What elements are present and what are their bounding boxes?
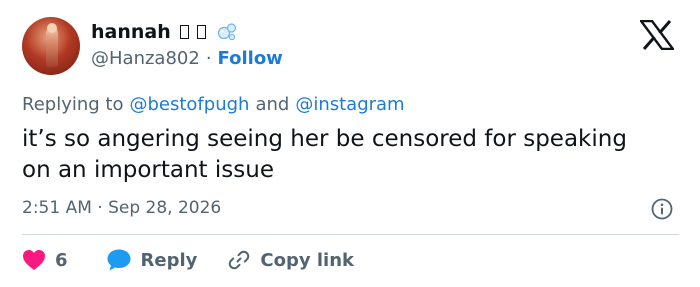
mention-instagram[interactable]: @instagram	[295, 94, 404, 115]
avatar[interactable]	[22, 17, 80, 75]
speech-bubble-icon	[107, 249, 131, 271]
reply-label: Reply	[140, 249, 198, 271]
x-logo-icon[interactable]	[640, 20, 674, 50]
info-icon[interactable]	[651, 198, 673, 220]
replying-prefix: Replying to	[22, 94, 124, 115]
user-handle[interactable]: @Hanza802	[91, 48, 200, 69]
author-name-row: hannah	[91, 20, 238, 44]
follow-button[interactable]: Follow	[218, 48, 283, 69]
divider	[22, 234, 679, 235]
copy-link-label: Copy link	[260, 249, 354, 271]
missing-glyph-box	[196, 25, 206, 39]
copy-link-button[interactable]: Copy link	[227, 248, 354, 272]
avatar-head	[47, 23, 57, 33]
action-bar: 6 Reply Copy link	[22, 246, 354, 274]
reply-context: Replying to @bestofpugh and @instagram	[22, 94, 405, 115]
tweet-timestamp[interactable]: 2:51 AM · Sep 28, 2026	[22, 198, 221, 218]
like-count: 6	[55, 249, 68, 271]
reply-button[interactable]: Reply	[106, 248, 198, 272]
bubbles-icon	[216, 22, 238, 42]
missing-glyph-box	[179, 25, 189, 39]
like-button[interactable]: 6	[22, 249, 68, 271]
tweet-text: it’s so angering seeing her be censored …	[22, 126, 627, 183]
replying-conjunction: and	[255, 94, 290, 115]
mention-bestofpugh[interactable]: @bestofpugh	[129, 94, 249, 115]
link-icon	[229, 250, 250, 270]
separator-dot: ·	[205, 48, 212, 69]
avatar-figure	[46, 27, 58, 67]
author-handle-row: @Hanza802 · Follow	[91, 48, 283, 69]
heart-icon	[23, 250, 45, 270]
display-name[interactable]: hannah	[91, 21, 171, 43]
